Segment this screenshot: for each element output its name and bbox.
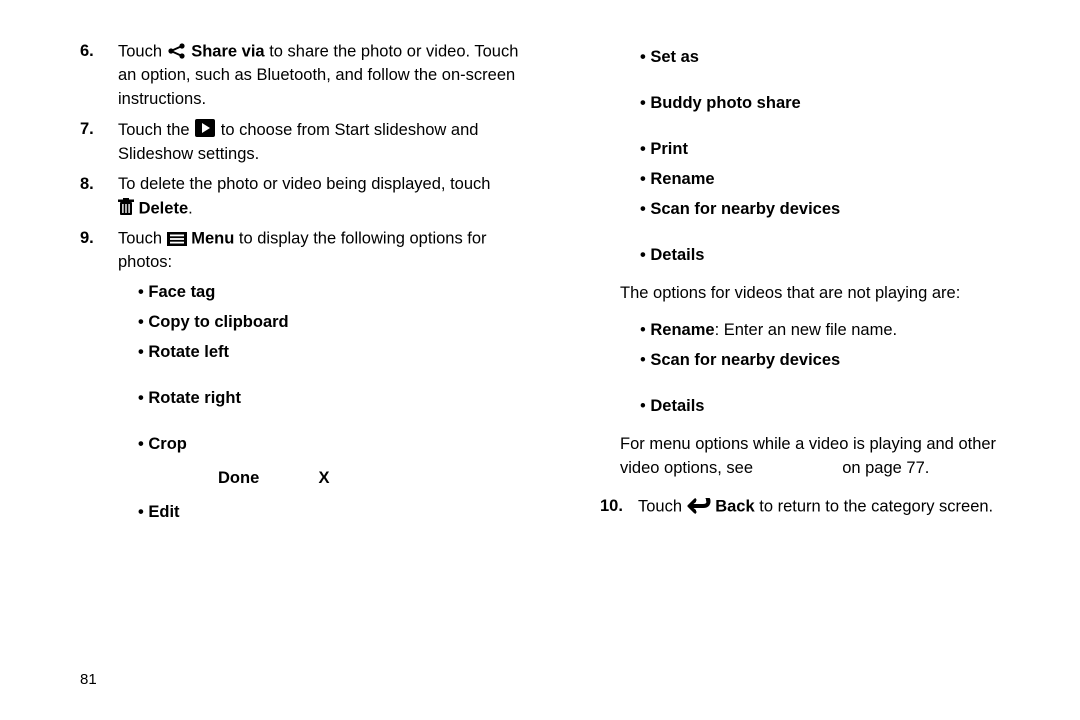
left-column: 6. Touch Share via to share the photo or… [80, 40, 540, 531]
text: To delete the photo or video being displ… [118, 175, 490, 193]
right-column: Set as Buddy photo share Print Rename Sc… [600, 40, 1040, 531]
step-10: 10. Touch Back to return to the category… [600, 495, 1040, 519]
bold: Back [715, 497, 754, 515]
text: Touch [638, 497, 687, 515]
vopt-scan: Scan for nearby devices [640, 349, 1040, 373]
steps-right: 10. Touch Back to return to the category… [600, 495, 1040, 519]
opt-details: Details [640, 244, 1040, 268]
text: to return to the category screen. [759, 497, 993, 515]
page-number: 81 [80, 671, 97, 688]
steps-left: 6. Touch Share via to share the photo or… [80, 40, 540, 525]
back-icon [687, 495, 711, 519]
step-6: 6. Touch Share via to share the photo or… [80, 40, 540, 112]
photo-options-4: Edit [118, 501, 540, 525]
vopt-rename: Rename: Enter an new file name. [640, 319, 1040, 343]
opt-rotate-left: Rotate left [138, 341, 540, 365]
photo-options-3: Crop [118, 433, 540, 457]
opt-rotate-right: Rotate right [138, 387, 540, 411]
step-8: 8. To delete the photo or video being di… [80, 173, 540, 221]
opt-copy: Copy to clipboard [138, 311, 540, 335]
opt-edit: Edit [138, 501, 540, 525]
photo-options-cont: Set as [600, 46, 1040, 70]
crop-subline: Done X [218, 467, 540, 491]
video-ref: For menu options while a video is playin… [600, 433, 1040, 481]
step-num: 7. [80, 118, 94, 142]
step-9: 9. Touch Menu to display the following o… [80, 227, 540, 525]
photo-options-cont-2: Buddy photo share [600, 92, 1040, 116]
done-label: Done [218, 469, 259, 487]
video-intro: The options for videos that are not play… [600, 282, 1040, 306]
opt-print: Print [640, 138, 1040, 162]
video-options: Rename: Enter an new file name. Scan for… [600, 319, 1040, 373]
bold: Menu [191, 229, 234, 247]
x-label: X [318, 469, 329, 487]
page: 6. Touch Share via to share the photo or… [0, 0, 1080, 531]
step-num: 10. [600, 495, 623, 519]
play-icon [194, 118, 216, 143]
trash-icon [118, 197, 134, 221]
step-7: 7. Touch the to choose from Start slides… [80, 118, 540, 167]
vopt-details: Details [640, 395, 1040, 419]
bold: Delete [139, 199, 189, 217]
opt-setas: Set as [640, 46, 1040, 70]
opt-rename: Rename [640, 168, 1040, 192]
share-icon [167, 40, 187, 64]
step-num: 9. [80, 227, 94, 251]
opt-scan: Scan for nearby devices [640, 198, 1040, 222]
menu-icon [167, 227, 187, 251]
text: Touch [118, 42, 167, 60]
bold: Share via [191, 42, 264, 60]
video-options-2: Details [600, 395, 1040, 419]
step-num: 6. [80, 40, 94, 64]
photo-options: Face tag Copy to clipboard Rotate left [118, 281, 540, 365]
text: Touch [118, 229, 167, 247]
text: Touch the [118, 121, 194, 139]
photo-options-cont-3: Print Rename Scan for nearby devices [600, 138, 1040, 222]
opt-face-tag: Face tag [138, 281, 540, 305]
photo-options-2: Rotate right [118, 387, 540, 411]
opt-crop: Crop [138, 433, 540, 457]
opt-buddy: Buddy photo share [640, 92, 1040, 116]
text: . [188, 199, 193, 217]
step-num: 8. [80, 173, 94, 197]
photo-options-cont-4: Details [600, 244, 1040, 268]
